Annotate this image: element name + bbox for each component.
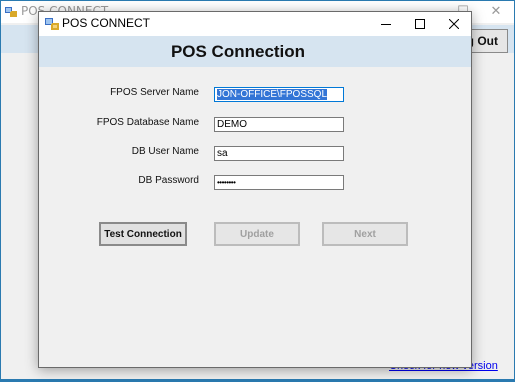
pos-connect-dialog: POS CONNECT POS Connection FPOS Server N… [38,11,472,368]
dialog-header-title: POS Connection [170,42,306,61]
app-icon [45,17,59,31]
dialog-header: POS Connection [39,36,471,67]
close-icon[interactable] [437,12,471,36]
server-name-label: FPOS Server Name [110,87,199,98]
server-name-value: JON-OFFICE\FPOSSQL [217,89,328,100]
maximize-icon[interactable] [403,12,437,36]
db-password-label: DB Password [138,175,199,186]
main-window-close-icon[interactable]: ✕ [484,2,508,22]
update-button[interactable]: Update [214,222,300,246]
test-connection-button[interactable]: Test Connection [99,222,187,246]
db-user-name-label: DB User Name [131,146,199,157]
next-button[interactable]: Next [322,222,408,246]
database-name-input[interactable]: DEMO [214,117,344,132]
server-name-input[interactable]: JON-OFFICE\FPOSSQL [214,87,344,102]
app-icon [5,6,17,18]
dialog-title: POS CONNECT [62,16,151,30]
dialog-titlebar: POS CONNECT [39,12,471,36]
db-user-name-input[interactable]: sa [214,146,344,161]
minimize-icon[interactable] [369,12,403,36]
database-name-label: FPOS Database Name [96,117,199,128]
db-password-input[interactable]: •••••••• [214,175,344,190]
